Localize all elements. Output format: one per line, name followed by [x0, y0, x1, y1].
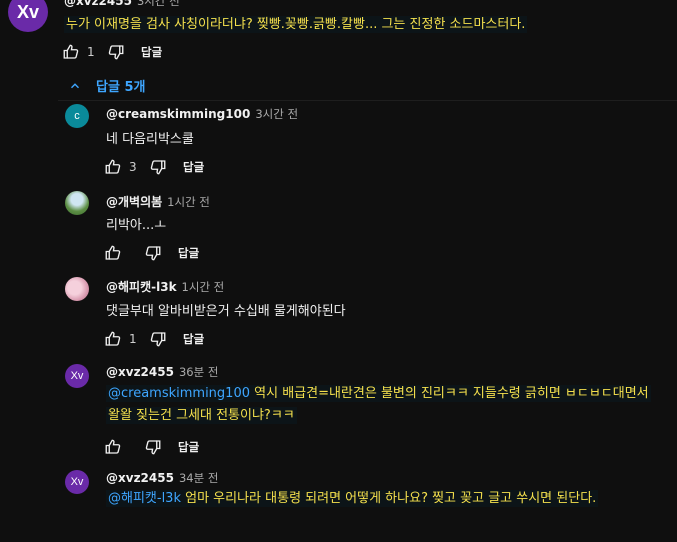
comment-text: 누가 이재명을 검사 사칭이라더냐? 찢빵.꽂빵.긁빵.칼빵... 그는 진정한…: [64, 13, 528, 33]
avatar[interactable]: Xv: [65, 364, 89, 388]
reply-author[interactable]: @해피캣-l3k 1시간 전: [106, 278, 224, 295]
reply-time[interactable]: 34분 전: [179, 471, 218, 485]
reply-handle[interactable]: @해피캣-l3k: [106, 280, 177, 294]
comment-author[interactable]: @xvz2455 3시간 전: [64, 0, 180, 9]
divider: [58, 100, 677, 101]
reply-time[interactable]: 3시간 전: [255, 107, 298, 121]
reply-handle[interactable]: @xvz2455: [106, 471, 174, 485]
avatar[interactable]: Xv: [65, 470, 89, 494]
reply-handle[interactable]: @creamskimming100: [106, 107, 250, 121]
replies-toggle-label: 답글 5개: [96, 80, 146, 95]
reply-button[interactable]: 답글: [178, 439, 199, 455]
reply-handle[interactable]: @개벽의봄: [106, 195, 162, 209]
reply-button[interactable]: 답글: [178, 245, 199, 261]
comment-handle[interactable]: @xvz2455: [64, 0, 132, 8]
reply-actions: 1 답글: [104, 330, 204, 348]
reply-time[interactable]: 1시간 전: [182, 280, 225, 294]
reply-button[interactable]: 답글: [183, 331, 204, 347]
reply-text: @creamskimming100 역시 배급견=내란견은 불변의 진리ㅋㅋ 지…: [106, 383, 651, 427]
thumbs-up-icon[interactable]: [104, 438, 122, 456]
avatar[interactable]: Xv: [8, 0, 48, 32]
thumbs-up-icon[interactable]: [62, 43, 80, 61]
avatar-initials: Xv: [16, 1, 40, 22]
reply-button[interactable]: 답글: [183, 159, 204, 175]
like-count: 1: [87, 45, 95, 59]
reply-author[interactable]: @creamskimming100 3시간 전: [106, 106, 298, 122]
comment-actions: 1 답글: [62, 43, 162, 61]
reply-author[interactable]: @xvz2455 36분 전: [106, 364, 218, 380]
reply-text-line: 왈왈 짖는건 그세대 전통이냐?ㅋㅋ: [106, 407, 297, 424]
mention-link[interactable]: @creamskimming100: [108, 386, 250, 401]
comment-time[interactable]: 3시간 전: [137, 0, 180, 8]
reply-actions: 답글: [104, 438, 199, 456]
reply-actions: 답글: [104, 244, 199, 262]
reply-actions: 3 답글: [104, 158, 204, 176]
reply-text-line: 역시 배급견=내란견은 불변의 진리ㅋㅋ 지들수령 긁히면 ㅂㄷㅂㄷ대면서: [254, 386, 649, 401]
avatar-initials: Xv: [70, 370, 84, 382]
reply-button[interactable]: 답글: [141, 44, 162, 60]
thumbs-down-icon[interactable]: [144, 244, 162, 262]
mention-link[interactable]: @해피캣-l3k: [108, 491, 181, 506]
thumbs-up-icon[interactable]: [104, 330, 122, 348]
thumbs-up-icon[interactable]: [104, 244, 122, 262]
avatar[interactable]: c: [65, 104, 89, 128]
thumbs-down-icon[interactable]: [149, 158, 167, 176]
reply-time[interactable]: 36분 전: [179, 365, 218, 379]
reply-author[interactable]: @개벽의봄 1시간 전: [106, 193, 210, 210]
thumbs-down-icon[interactable]: [144, 438, 162, 456]
reply-text: 댓글부대 알바비받은거 수십배 물게해야된다: [106, 304, 346, 319]
chevron-up-icon: [68, 79, 82, 93]
thumbs-up-icon[interactable]: [104, 158, 122, 176]
reply-text: @해피캣-l3k 엄마 우리나라 대통령 되려면 어떻게 하나요? 찢고 꽂고 …: [106, 488, 599, 510]
avatar[interactable]: [65, 191, 89, 215]
comment-text-content: 누가 이재명을 검사 사칭이라더냐? 찢빵.꽂빵.긁빵.칼빵... 그는 진정한…: [64, 16, 528, 33]
avatar-initials: Xv: [70, 476, 84, 488]
avatar-initials: c: [74, 110, 80, 122]
reply-text: 리박아...ㅗ: [106, 218, 167, 233]
thumbs-down-icon[interactable]: [107, 43, 125, 61]
reply-time[interactable]: 1시간 전: [167, 195, 210, 209]
like-count: 3: [129, 160, 137, 174]
replies-toggle[interactable]: 답글 5개: [68, 76, 145, 95]
reply-text-content: 엄마 우리나라 대통령 되려면 어떻게 하나요? 찢고 꽂고 글고 쑤시면 된단…: [185, 491, 597, 506]
reply-author[interactable]: @xvz2455 34분 전: [106, 470, 218, 486]
reply-handle[interactable]: @xvz2455: [106, 365, 174, 379]
like-count: 1: [129, 332, 137, 346]
reply-text: 네 다음리박스쿨: [106, 132, 194, 147]
avatar[interactable]: [65, 277, 89, 301]
thumbs-down-icon[interactable]: [149, 330, 167, 348]
